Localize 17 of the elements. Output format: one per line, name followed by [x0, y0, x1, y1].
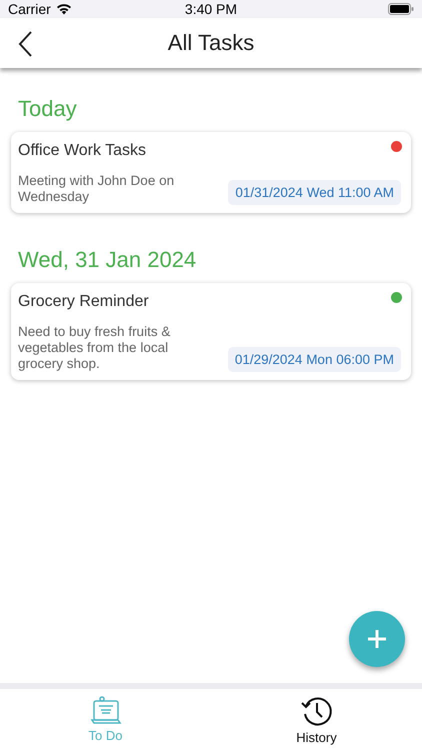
clock-time: 3:40 PM	[184, 1, 238, 17]
screen-title: All Tasks	[168, 30, 254, 56]
task-card[interactable]: Grocery Reminder Need to buy fresh fruits & vegetables from the local grocery shop. 01/29/2024 Mon 06:00 PM	[11, 283, 411, 380]
due-date-label: 01/31/2024 Wed 11:00 AM	[228, 180, 401, 205]
carrier-label: Carrier	[8, 1, 51, 17]
due-date-label: 01/29/2024 Mon 06:00 PM	[228, 347, 401, 372]
task-description: Meeting with John Doe on Wednesday	[18, 173, 176, 205]
task-title: Office Work Tasks	[18, 142, 148, 160]
section-heading: Wed, 31 Jan 2024	[18, 247, 198, 273]
task-card[interactable]: Office Work Tasks Meeting with John Doe on Wednesday 01/31/2024 Wed 11:00 AM	[11, 132, 411, 213]
task-title: Grocery Reminder	[18, 293, 150, 311]
task-description: Need to buy fresh fruits & vegetables from the local grocery shop.	[18, 324, 172, 372]
section-heading: Today	[18, 96, 78, 122]
battery-icon	[388, 3, 414, 15]
wifi-icon	[56, 3, 72, 15]
notepad-icon	[90, 696, 122, 726]
plus-icon	[366, 628, 388, 650]
